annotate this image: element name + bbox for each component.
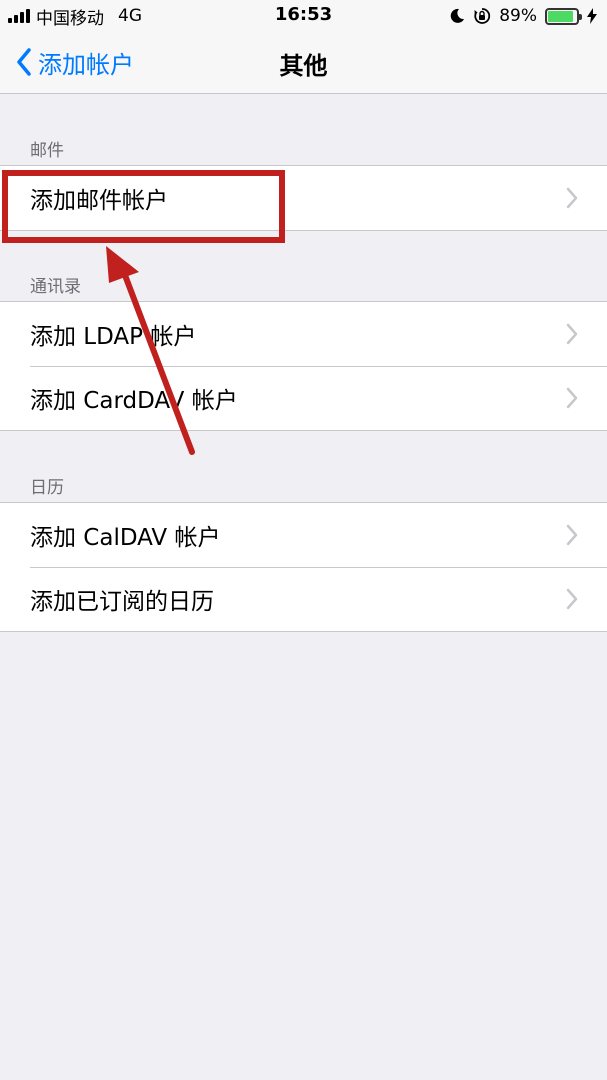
- section-group-contacts: 添加 LDAP 帐户 添加 CardDAV 帐户: [0, 301, 607, 431]
- section-header-contacts: 通讯录: [30, 277, 81, 297]
- cell-label: 添加 CalDAV 帐户: [30, 525, 221, 551]
- section-header-mail: 邮件: [30, 141, 64, 161]
- add-mail-account-cell[interactable]: 添加邮件帐户: [0, 166, 607, 230]
- chevron-right-icon: [566, 588, 578, 610]
- add-caldav-account-cell[interactable]: 添加 CalDAV 帐户: [0, 503, 607, 567]
- chevron-right-icon: [566, 524, 578, 546]
- section-header-calendar: 日历: [30, 478, 64, 498]
- status-bar-right: 89%: [449, 5, 597, 27]
- add-subscribed-calendar-cell[interactable]: 添加已订阅的日历: [0, 567, 607, 631]
- arrow-head: [106, 246, 139, 283]
- section-group-mail: 添加邮件帐户: [0, 165, 607, 231]
- bolt-icon: [587, 8, 597, 24]
- status-bar: 中国移动 4G 16:53 89%: [0, 0, 607, 32]
- navigation-bar: 添加帐户 其他: [0, 32, 607, 94]
- chevron-left-icon: [17, 48, 31, 76]
- section-group-calendar: 添加 CalDAV 帐户 添加已订阅的日历: [0, 502, 607, 632]
- battery-percent: 89%: [499, 6, 537, 26]
- cell-label: 添加邮件帐户: [30, 188, 168, 214]
- chevron-right-icon: [566, 323, 578, 345]
- cell-label: 添加 CardDAV 帐户: [30, 388, 238, 414]
- cell-label: 添加已订阅的日历: [30, 589, 214, 615]
- orientation-lock-icon: [474, 8, 491, 24]
- add-carddav-account-cell[interactable]: 添加 CardDAV 帐户: [0, 366, 607, 430]
- moon-icon: [450, 8, 465, 23]
- chevron-right-icon: [566, 187, 578, 209]
- chevron-right-icon: [566, 387, 578, 409]
- battery-icon: [545, 7, 582, 25]
- cell-label: 添加 LDAP 帐户: [30, 324, 197, 350]
- back-button[interactable]: 添加帐户: [16, 44, 134, 80]
- battery-fill: [548, 10, 573, 22]
- back-button-label: 添加帐户: [38, 50, 134, 79]
- add-ldap-account-cell[interactable]: 添加 LDAP 帐户: [0, 302, 607, 366]
